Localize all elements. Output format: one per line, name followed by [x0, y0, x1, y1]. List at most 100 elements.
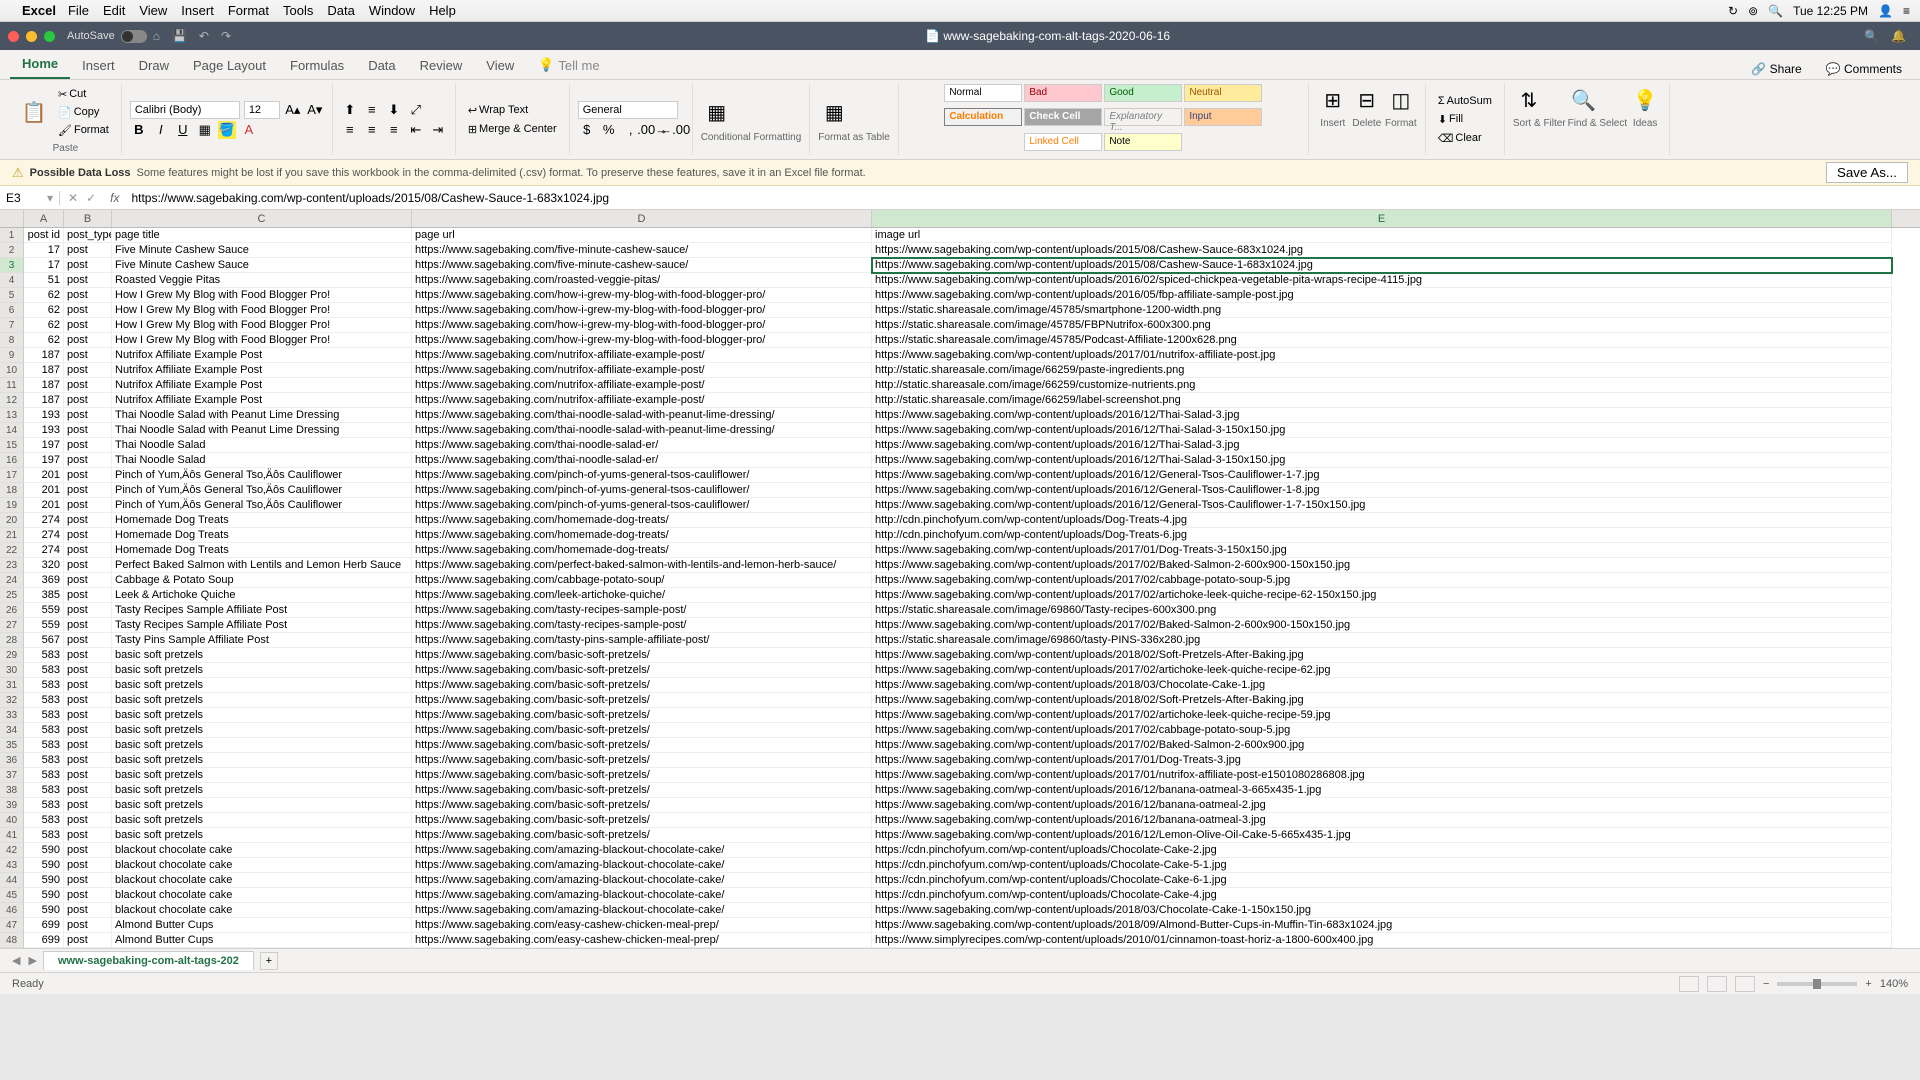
- row-header[interactable]: 31: [0, 678, 24, 693]
- cell[interactable]: https://www.sagebaking.com/basic-soft-pr…: [412, 783, 872, 798]
- align-center-icon[interactable]: ≡: [363, 121, 381, 139]
- cell[interactable]: https://static.shareasale.com/image/6986…: [872, 633, 1892, 648]
- cell[interactable]: post: [64, 513, 112, 528]
- percent-icon[interactable]: %: [600, 121, 618, 139]
- row-header[interactable]: 8: [0, 333, 24, 348]
- cell[interactable]: 559: [24, 618, 64, 633]
- cell[interactable]: https://www.sagebaking.com/wp-content/up…: [872, 423, 1892, 438]
- cell[interactable]: Pinch of Yum‚Äôs General Tso‚Äôs Caulifl…: [112, 483, 412, 498]
- save-icon[interactable]: 💾: [172, 29, 187, 43]
- cell[interactable]: blackout chocolate cake: [112, 843, 412, 858]
- cell[interactable]: https://www.sagebaking.com/wp-content/up…: [872, 543, 1892, 558]
- cell[interactable]: https://cdn.pinchofyum.com/wp-content/up…: [872, 888, 1892, 903]
- cell[interactable]: https://www.sagebaking.com/homemade-dog-…: [412, 543, 872, 558]
- menu-format[interactable]: Format: [228, 3, 269, 18]
- align-bottom-icon[interactable]: ⬇: [385, 101, 403, 119]
- conditional-format-icon[interactable]: ▦: [701, 96, 733, 128]
- row-header[interactable]: 2: [0, 243, 24, 258]
- menu-data[interactable]: Data: [327, 3, 354, 18]
- cell[interactable]: 699: [24, 918, 64, 933]
- col-header-b[interactable]: B: [64, 210, 112, 227]
- cell[interactable]: https://www.sagebaking.com/wp-content/up…: [872, 573, 1892, 588]
- col-header-a[interactable]: A: [24, 210, 64, 227]
- cell[interactable]: blackout chocolate cake: [112, 888, 412, 903]
- cell[interactable]: https://www.sagebaking.com/basic-soft-pr…: [412, 813, 872, 828]
- cell[interactable]: https://www.sagebaking.com/nutrifox-affi…: [412, 393, 872, 408]
- header-cell[interactable]: post id: [24, 228, 64, 243]
- cell[interactable]: post: [64, 618, 112, 633]
- header-cell[interactable]: image url: [872, 228, 1892, 243]
- cell[interactable]: https://www.sagebaking.com/how-i-grew-my…: [412, 288, 872, 303]
- search-icon[interactable]: 🔍: [1864, 29, 1879, 43]
- cell[interactable]: post: [64, 873, 112, 888]
- cell[interactable]: blackout chocolate cake: [112, 903, 412, 918]
- fx-icon[interactable]: fx: [104, 191, 125, 205]
- cell[interactable]: Almond Butter Cups: [112, 918, 412, 933]
- cell[interactable]: https://www.sagebaking.com/roasted-veggi…: [412, 273, 872, 288]
- font-select[interactable]: [130, 101, 240, 119]
- cell[interactable]: post: [64, 483, 112, 498]
- cell[interactable]: post: [64, 648, 112, 663]
- toggle-icon[interactable]: [121, 30, 147, 43]
- cell[interactable]: post: [64, 288, 112, 303]
- cell[interactable]: Thai Noodle Salad with Peanut Lime Dress…: [112, 408, 412, 423]
- number-format-select[interactable]: [578, 101, 678, 119]
- style-note[interactable]: Note: [1104, 133, 1182, 151]
- row-header[interactable]: 19: [0, 498, 24, 513]
- formula-input[interactable]: https://www.sagebaking.com/wp-content/up…: [125, 191, 1920, 205]
- delete-cell-icon[interactable]: ⊟: [1351, 84, 1383, 116]
- menu-help[interactable]: Help: [429, 3, 456, 18]
- cell[interactable]: post: [64, 768, 112, 783]
- cell[interactable]: https://www.sagebaking.com/basic-soft-pr…: [412, 678, 872, 693]
- cell[interactable]: Pinch of Yum‚Äôs General Tso‚Äôs Caulifl…: [112, 468, 412, 483]
- cell[interactable]: post: [64, 423, 112, 438]
- cell[interactable]: How I Grew My Blog with Food Blogger Pro…: [112, 303, 412, 318]
- cell[interactable]: post: [64, 633, 112, 648]
- cell[interactable]: https://www.sagebaking.com/thai-noodle-s…: [412, 438, 872, 453]
- merge-center-button[interactable]: ⊞ Merge & Center: [464, 121, 561, 138]
- cell[interactable]: https://www.sagebaking.com/wp-content/up…: [872, 648, 1892, 663]
- maximize-window-button[interactable]: [44, 31, 55, 42]
- cell[interactable]: 187: [24, 378, 64, 393]
- ideas-icon[interactable]: 💡: [1629, 84, 1661, 116]
- cell[interactable]: https://www.sagebaking.com/thai-noodle-s…: [412, 408, 872, 423]
- cell[interactable]: post: [64, 858, 112, 873]
- col-header-d[interactable]: D: [412, 210, 872, 227]
- cell[interactable]: post: [64, 558, 112, 573]
- cell[interactable]: post: [64, 888, 112, 903]
- row-header[interactable]: 21: [0, 528, 24, 543]
- status-user-icon[interactable]: 👤: [1878, 4, 1893, 18]
- cell[interactable]: post: [64, 903, 112, 918]
- cell[interactable]: https://www.sagebaking.com/wp-content/up…: [872, 348, 1892, 363]
- cell[interactable]: 274: [24, 528, 64, 543]
- cell[interactable]: https://www.sagebaking.com/tasty-pins-sa…: [412, 633, 872, 648]
- spreadsheet-grid[interactable]: 1post idpost_typepage titlepage urlimage…: [0, 228, 1920, 948]
- fill-button[interactable]: ⬇ Fill: [1434, 111, 1496, 128]
- header-cell[interactable]: page title: [112, 228, 412, 243]
- cell[interactable]: Tasty Recipes Sample Affiliate Post: [112, 603, 412, 618]
- fill-color-icon[interactable]: 🪣: [218, 121, 236, 139]
- format-painter-button[interactable]: 🖌 Format: [54, 122, 113, 139]
- home-icon[interactable]: ⌂: [153, 29, 160, 43]
- cell[interactable]: basic soft pretzels: [112, 648, 412, 663]
- cell[interactable]: https://www.sagebaking.com/wp-content/up…: [872, 918, 1892, 933]
- cell[interactable]: 197: [24, 453, 64, 468]
- row-header[interactable]: 13: [0, 408, 24, 423]
- bold-icon[interactable]: B: [130, 121, 148, 139]
- name-box[interactable]: E3▾: [0, 191, 60, 205]
- sheet-nav-next-icon[interactable]: ▶: [24, 954, 40, 967]
- cell[interactable]: https://www.sagebaking.com/wp-content/up…: [872, 678, 1892, 693]
- cell[interactable]: post: [64, 393, 112, 408]
- tab-view[interactable]: View: [474, 52, 526, 79]
- cell[interactable]: https://www.sagebaking.com/wp-content/up…: [872, 738, 1892, 753]
- cell[interactable]: https://www.sagebaking.com/wp-content/up…: [872, 708, 1892, 723]
- app-name[interactable]: Excel: [22, 3, 56, 18]
- align-middle-icon[interactable]: ≡: [363, 101, 381, 119]
- row-header[interactable]: 24: [0, 573, 24, 588]
- cell[interactable]: 583: [24, 693, 64, 708]
- cell[interactable]: https://www.sagebaking.com/nutrifox-affi…: [412, 363, 872, 378]
- cell[interactable]: How I Grew My Blog with Food Blogger Pro…: [112, 318, 412, 333]
- cell[interactable]: post: [64, 453, 112, 468]
- style-input[interactable]: Input: [1184, 108, 1262, 126]
- status-search-icon[interactable]: 🔍: [1768, 4, 1783, 18]
